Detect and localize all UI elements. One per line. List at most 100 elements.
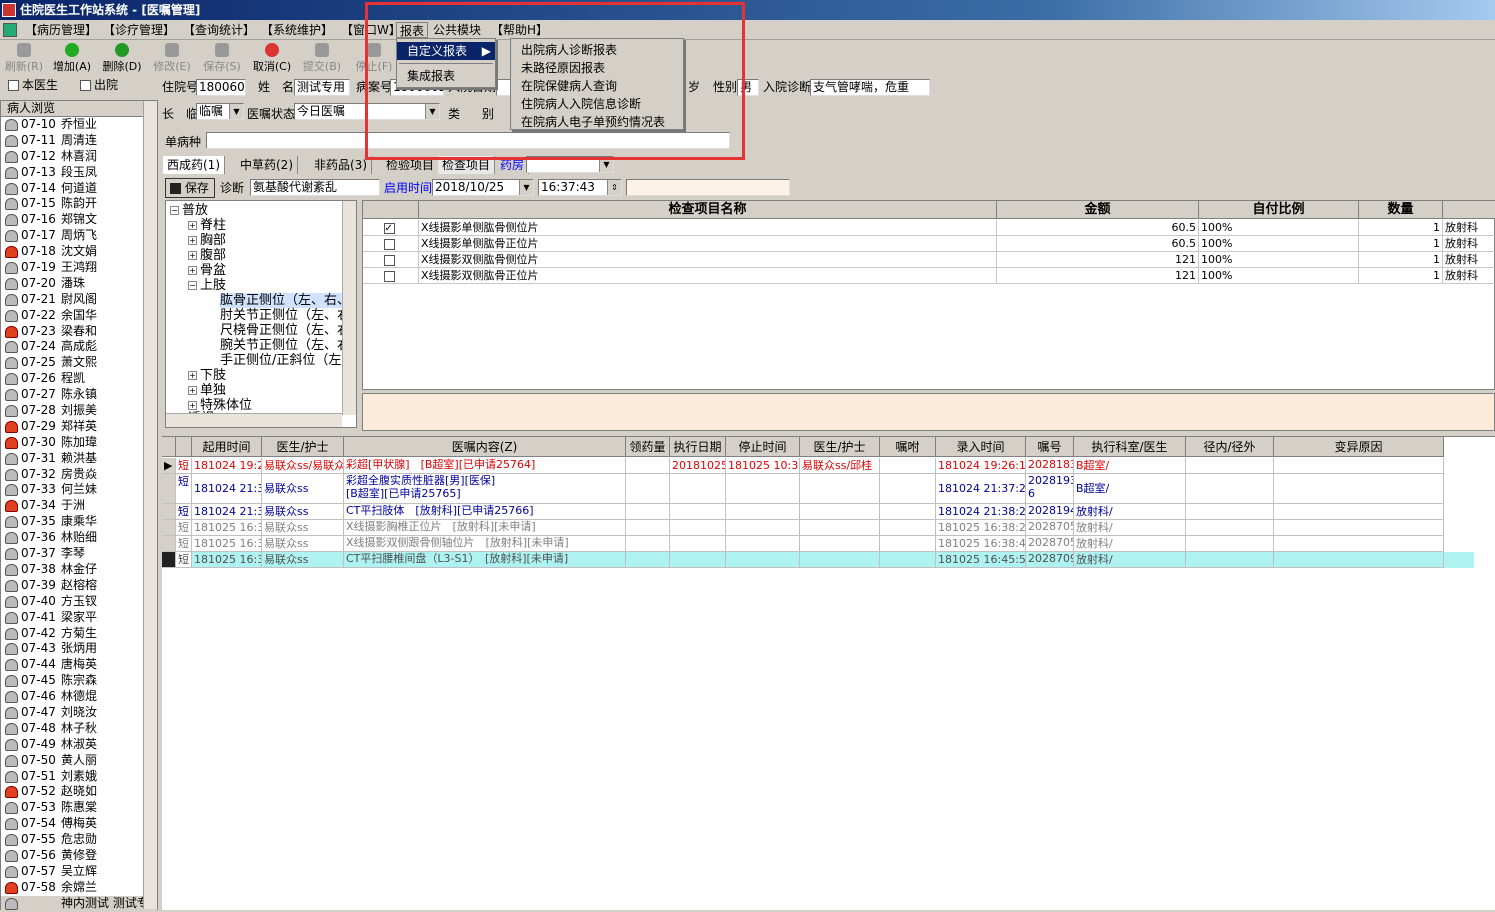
order-row[interactable]: 短181024 21:37易联众ss彩超全腹实质性脏器[男][医保][B超室][… [162,474,1474,504]
exam-item-row[interactable]: X线摄影双侧肱骨侧位片 121 100% 1 放射科 [363,252,1495,268]
exam-item-row[interactable]: X线摄影单侧肱骨侧位片60.5100%1放射科 [363,220,1495,236]
patient-item[interactable]: 07-30 陈加瑋 [1,435,157,451]
patient-item[interactable]: 07-40 方玉钗 [1,594,157,610]
admission-no-field[interactable]: 1800602 [196,79,246,96]
menu-system-maintenance[interactable]: 【系统维护】 [258,22,336,38]
start-time-spinner[interactable]: 16:37:43 ⇕ [538,179,622,196]
patient-item[interactable]: 07-37 李琴 [1,546,157,562]
tab-non-drug[interactable]: 非药品(3) [310,156,372,174]
patient-item[interactable]: 07-17 周炳飞 [1,228,157,244]
expand-icon[interactable]: + [188,401,197,410]
patient-item[interactable]: 07-44 唐梅英 [1,657,157,673]
patient-item[interactable]: 07-57 吴立辉 [1,864,157,880]
patient-item[interactable]: 07-53 陈惠棠 [1,800,157,816]
spinner-icon[interactable]: ⇕ [607,180,621,195]
collapse-icon[interactable]: − [170,206,179,215]
collapse-icon[interactable]: − [188,281,197,290]
patient-item[interactable]: 07-41 梁家平 [1,610,157,626]
name-field[interactable]: 测试专用 [294,79,350,96]
patient-item[interactable]: 07-14 何道道 [1,181,157,197]
patient-item[interactable]: 07-21 尉风阁 [1,292,157,308]
tree-node-root[interactable]: − 普放 [170,203,208,218]
modify-button[interactable]: 修改(E) [148,41,196,75]
tree-node[interactable]: + 腹部 [188,248,226,263]
menu-treatment[interactable]: 【诊疗管理】 [100,22,178,38]
exam-note-area[interactable] [362,393,1495,431]
refresh-button[interactable]: 刷新(R) [0,41,48,75]
patient-item[interactable]: 07-35 康乘华 [1,514,157,530]
exam-item-checkbox[interactable] [383,221,395,236]
tree-node[interactable]: + 脊柱 [188,218,226,233]
patient-item[interactable]: 07-50 黄人丽 [1,753,157,769]
start-date-picker[interactable]: 2018/10/25 ▼ [432,179,534,196]
exam-item-checkbox[interactable] [383,254,395,266]
tab-western-medicine[interactable]: 西成药(1) [163,156,225,174]
tree-node[interactable]: + 骨盆 [188,263,226,278]
tree-node[interactable]: + 单独 [188,383,226,398]
exam-cell-checked[interactable] [363,252,419,268]
tree-leaf[interactable]: 肘关节正侧位（左、右 [220,308,350,323]
patient-item[interactable]: 07-31 赖洪基 [1,451,157,467]
tree-leaf[interactable]: 手正侧位/正斜位（左 [220,353,341,368]
tree-leaf[interactable]: 尺桡骨正侧位（左、右 [220,323,350,338]
patient-item[interactable]: 07-56 黄修登 [1,848,157,864]
expand-icon[interactable]: + [188,221,197,230]
delete-button[interactable]: 删除(D) [98,41,146,75]
discharged-checkbox[interactable]: 出院 [80,77,118,94]
patient-item[interactable]: 07-43 张炳用 [1,641,157,657]
patient-item[interactable]: 07-22 余国华 [1,308,157,324]
expand-icon[interactable]: + [188,236,197,245]
order-row[interactable]: 短181025 16:37易联众ssX线摄影胸椎正位片 [放射科][未申请] 18… [162,520,1474,536]
tab-herbal-medicine[interactable]: 中草药(2) [236,156,298,174]
order-diag-field[interactable]: 氨基酸代谢紊乱 [250,179,380,196]
patient-item[interactable]: 07-47 刘晓汝 [1,705,157,721]
patient-item[interactable]: 07-16 郑锦文 [1,212,157,228]
patient-item[interactable]: 07-49 林淑英 [1,737,157,753]
tree-node[interactable]: − 上肢 [188,278,226,293]
patient-item[interactable]: 07-24 高成彪 [1,339,157,355]
order-row[interactable]: 短181025 16:37易联众ssCT平扫腰椎间盘（L3-S1） [放射科][… [162,552,1474,568]
exam-cell-checked[interactable] [363,268,419,284]
expand-icon[interactable]: + [188,371,197,380]
exam-cell-checked[interactable] [363,236,419,252]
expand-icon[interactable]: + [188,251,197,260]
patient-list-scrollbar[interactable] [143,101,157,909]
cancel-button[interactable]: 取消(C) [248,41,296,75]
patient-item[interactable]: 07-10 乔恒业 [1,117,157,133]
patient-item[interactable]: 07-42 方菊生 [1,626,157,642]
patient-item[interactable]: 07-27 陈永镇 [1,387,157,403]
patient-item[interactable]: 07-26 程凯 [1,371,157,387]
patient-item[interactable]: 07-28 刘振美 [1,403,157,419]
order-row[interactable]: ▶短181024 19:26易联众ss/易联众彩超[甲状腺] [B超室][已申请… [162,458,1474,474]
exam-item-checkbox[interactable] [383,270,395,282]
exam-item-checkbox[interactable] [383,238,395,250]
patient-item[interactable]: 07-36 林贻细 [1,530,157,546]
menu-medical-records[interactable]: 【病历管理】 [22,22,100,38]
exam-cell-checked[interactable] [363,220,419,236]
tree-leaf[interactable]: 腕关节正侧位（左、右 [220,338,350,353]
patient-item[interactable]: 神内测试 测试专用 [1,895,157,912]
tree-node[interactable]: + 胸部 [188,233,226,248]
system-menu-icon[interactable] [3,23,17,37]
save-toolbar-button[interactable]: 保存(S) [198,41,246,75]
patient-item[interactable]: 07-15 陈韵开 [1,196,157,212]
order-row[interactable]: 短181025 16:37易联众ssX线摄影双侧跟骨侧轴位片 [放射科][未申请… [162,536,1474,552]
exam-item-row[interactable]: X线摄影单侧肱骨正位片 60.5 100% 1 放射科 [363,236,1495,252]
menu-query-stats[interactable]: 【查询统计】 [180,22,258,38]
order-type-select[interactable]: 临嘱 ▼ [196,103,244,120]
exam-item-row[interactable]: X线摄影双侧肱骨正位片 121 100% 1 放射科 [363,268,1495,284]
patient-item[interactable]: 07-13 段玉凤 [1,165,157,181]
tree-leaf-selected[interactable]: 肱骨正侧位（左、右、 [220,293,351,308]
patient-item[interactable]: 07-33 何兰妹 [1,482,157,498]
tree-hscrollbar[interactable] [166,413,342,427]
patient-item[interactable]: 07-52 赵晓如 [1,784,157,800]
patient-item[interactable]: 07-46 林德焜 [1,689,157,705]
patient-item[interactable]: 07-19 王鸿翔 [1,260,157,276]
patient-item[interactable]: 07-25 萧文熙 [1,355,157,371]
patient-item[interactable]: 07-48 林子秋 [1,721,157,737]
patient-item[interactable]: 07-23 梁春和 [1,324,157,340]
expand-icon[interactable]: + [188,386,197,395]
add-button[interactable]: 增加(A) [48,41,96,75]
patient-item[interactable]: 07-38 林金仔 [1,562,157,578]
order-save-button[interactable]: 保存 [165,178,215,198]
